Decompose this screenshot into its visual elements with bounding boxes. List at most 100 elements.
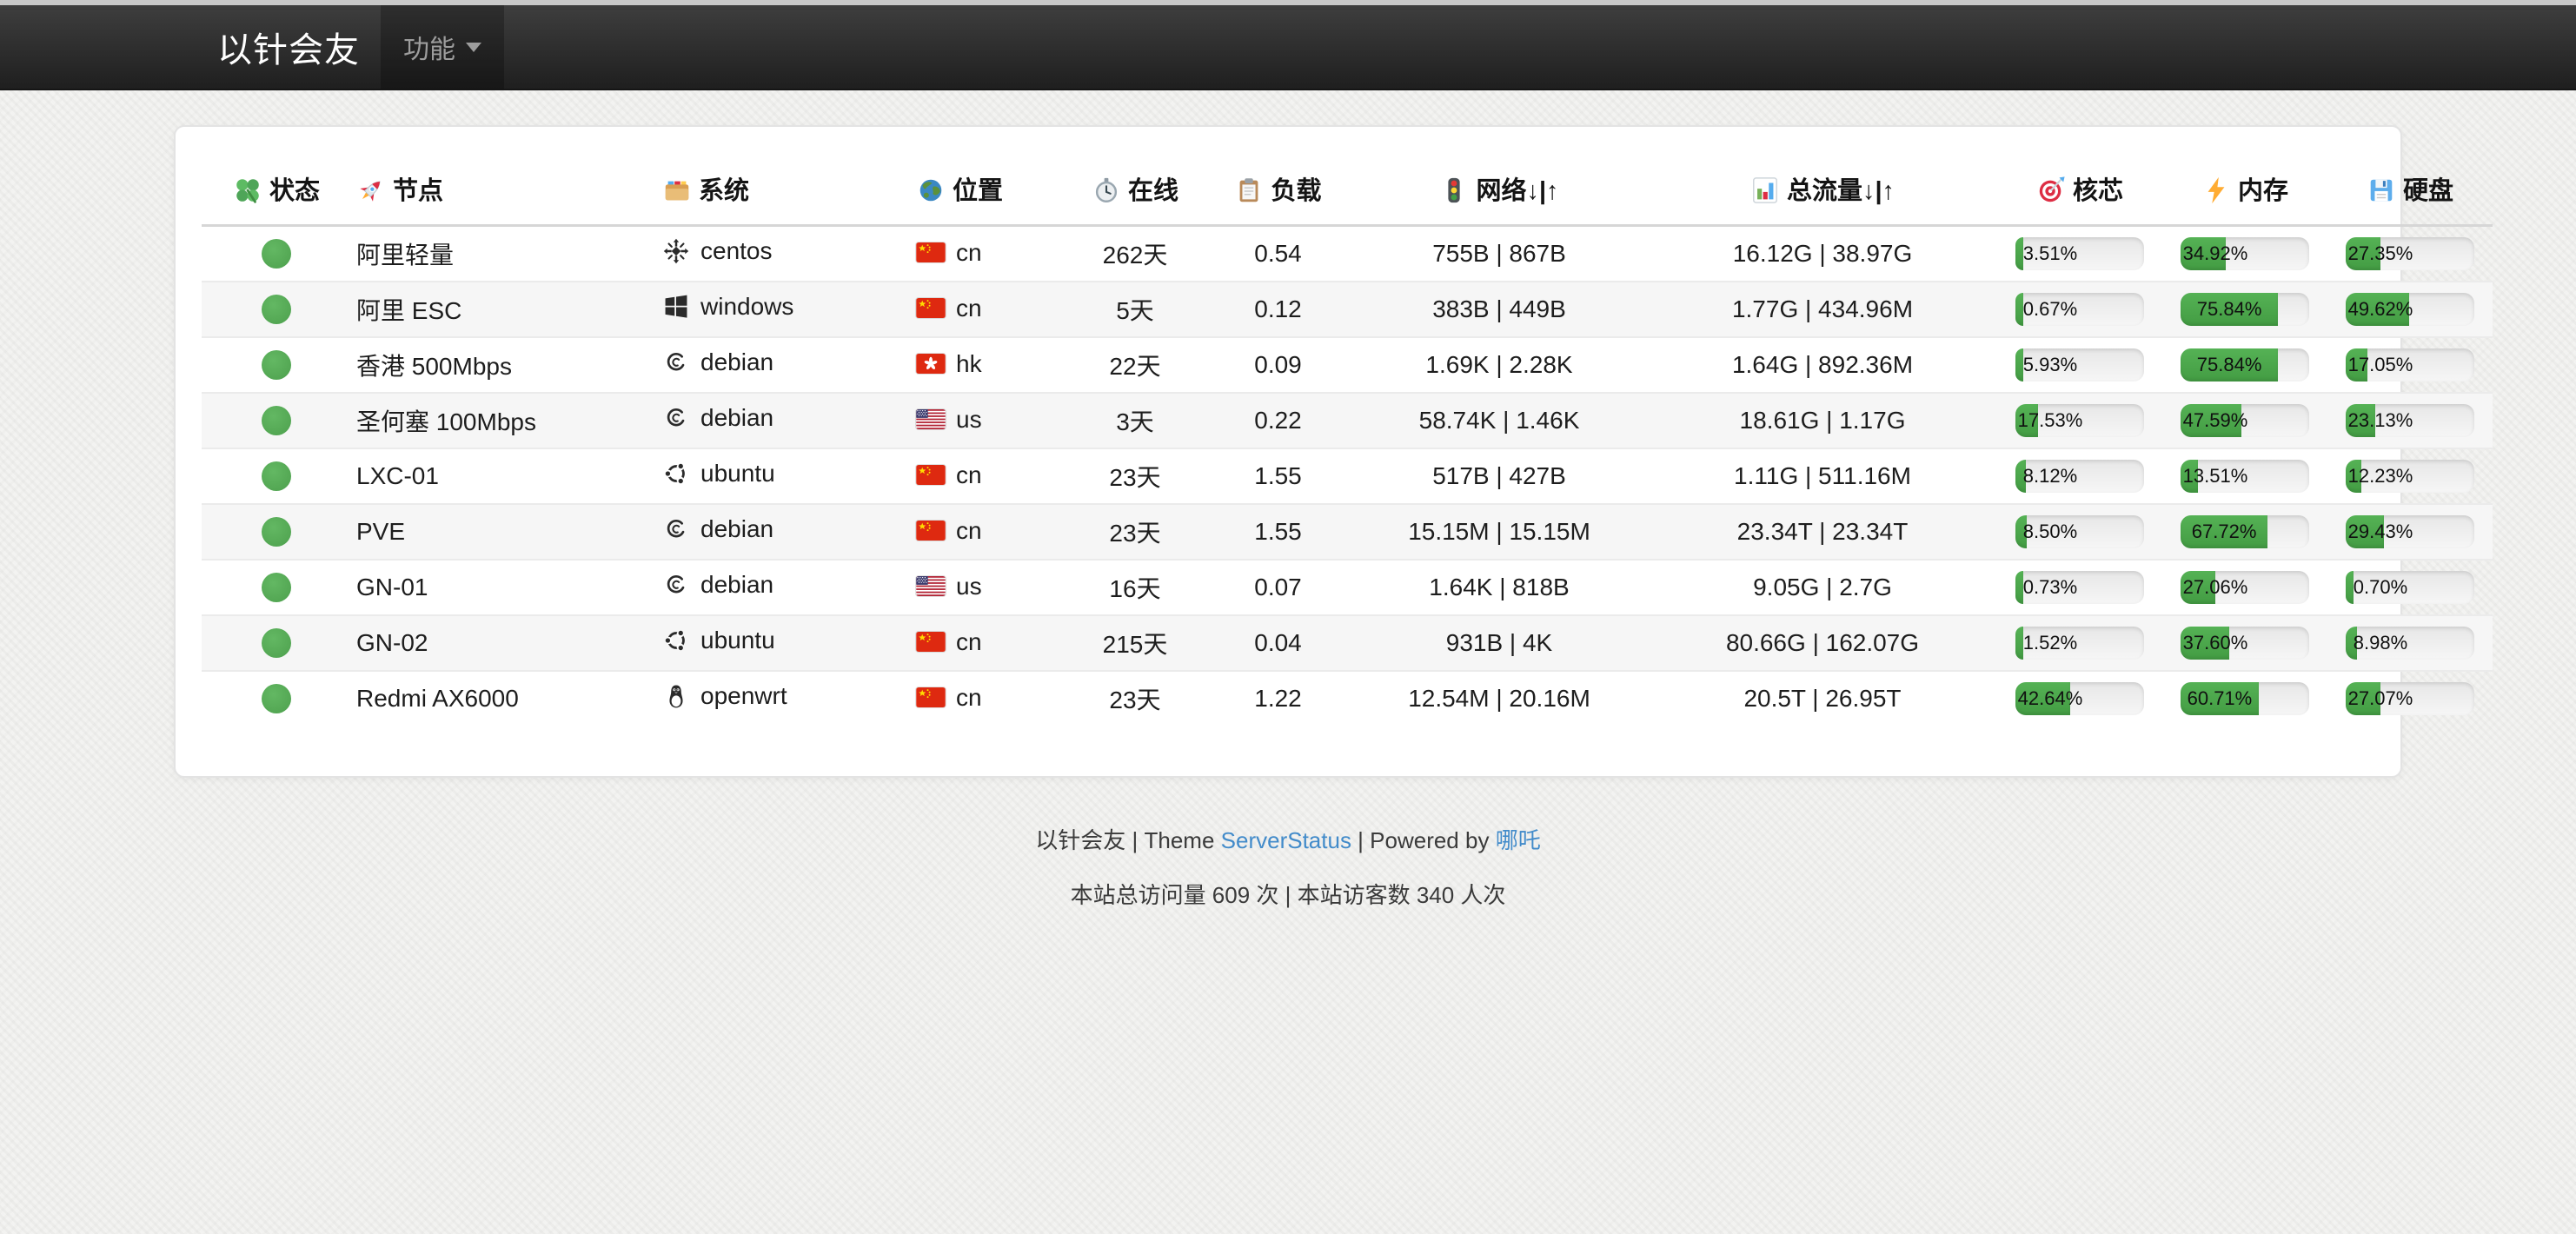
network-cell: 1.69K | 2.28K <box>1351 337 1648 393</box>
os-name: debian <box>700 348 773 376</box>
memory-cell: 47.59% <box>2162 393 2327 448</box>
memory-percent-label: 37.60% <box>2183 627 2248 660</box>
column-header-clover: 状态 <box>202 144 351 226</box>
node-cell: 阿里 ESC <box>351 282 657 337</box>
table-header-row: 状态 节点 系统 位置 在线 负载 网络↓|↑ 总流量↓|↑ 核芯 内存 硬盘 <box>202 144 2493 226</box>
load-value: 0.12 <box>1254 295 1302 322</box>
uptime-cell: 5天 <box>1065 282 1205 337</box>
load-cell: 0.04 <box>1205 615 1351 671</box>
load-value: 1.22 <box>1254 685 1302 712</box>
memory-percent-label: 34.92% <box>2183 237 2248 270</box>
column-header-bar-chart: 总流量↓|↑ <box>1648 144 1997 226</box>
status-cell <box>202 337 351 393</box>
column-header-label: 在线 <box>1128 177 1178 205</box>
os-cell: windows <box>657 282 911 337</box>
server-row[interactable]: 香港 500Mbps debian hk 22天 0.09 1.69K | 2.… <box>202 337 2493 393</box>
disk-cell: 17.05% <box>2327 337 2493 393</box>
status-cell <box>202 393 351 448</box>
location-code: cn <box>956 295 982 322</box>
network-cell: 58.74K | 1.46K <box>1351 393 1648 448</box>
disk-percent-label: 23.13% <box>2348 404 2413 437</box>
cpu-percent-label: 0.73% <box>2023 571 2077 604</box>
total-traffic-value: 20.5T | 26.95T <box>1743 685 1901 712</box>
floppy-icon <box>2367 176 2396 205</box>
network-speed-value: 1.64K | 818B <box>1429 574 1569 600</box>
caret-down-icon <box>466 43 481 52</box>
powered-by-link[interactable]: 哪吒 <box>1496 827 1541 853</box>
total-traffic-value: 9.05G | 2.7G <box>1753 574 1892 600</box>
country-flag-icon <box>916 576 946 596</box>
nav-menu-label: 功能 <box>403 28 455 66</box>
cpu-progress: 8.12% <box>2015 460 2144 493</box>
status-online-dot <box>262 684 291 713</box>
location-cell: us <box>911 393 1065 448</box>
uptime-cell: 23天 <box>1065 504 1205 560</box>
server-row[interactable]: 阿里轻量 centos cn 262天 0.54 755B | 867B 16.… <box>202 226 2493 282</box>
cpu-progress: 17.53% <box>2015 404 2144 437</box>
total-traffic-value: 18.61G | 1.17G <box>1740 407 1906 434</box>
disk-cell: 12.23% <box>2327 448 2493 504</box>
os-icon <box>662 460 690 488</box>
node-name: GN-01 <box>356 574 428 600</box>
globe-icon <box>916 176 946 205</box>
nav-menu-features[interactable]: 功能 <box>381 5 504 89</box>
cpu-cell: 42.64% <box>1997 671 2162 726</box>
server-row[interactable]: 圣何塞 100Mbps debian us 3天 0.22 58.74K | 1… <box>202 393 2493 448</box>
disk-cell: 49.62% <box>2327 282 2493 337</box>
server-row[interactable]: GN-02 ubuntu cn 215天 0.04 931B | 4K 80.6… <box>202 615 2493 671</box>
disk-cell: 23.13% <box>2327 393 2493 448</box>
memory-progress: 27.06% <box>2181 571 2309 604</box>
network-speed-value: 931B | 4K <box>1446 629 1552 656</box>
server-row[interactable]: Redmi AX6000 openwrt cn 23天 1.22 12.54M … <box>202 671 2493 726</box>
country-flag-icon <box>916 632 946 652</box>
status-online-dot <box>262 628 291 658</box>
os-icon <box>662 293 690 321</box>
cpu-cell: 0.67% <box>1997 282 2162 337</box>
navbar: 以针会友 功能 <box>0 5 2576 90</box>
column-header-label: 负载 <box>1271 177 1321 205</box>
os-cell: centos <box>657 226 911 282</box>
card-box-icon <box>662 176 692 205</box>
disk-cell: 27.35% <box>2327 226 2493 282</box>
column-header-dart: 核芯 <box>1997 144 2162 226</box>
disk-cell: 0.70% <box>2327 560 2493 615</box>
os-cell: debian <box>657 560 911 615</box>
server-row[interactable]: GN-01 debian us 16天 0.07 1.64K | 818B 9.… <box>202 560 2493 615</box>
server-row[interactable]: 阿里 ESC windows cn 5天 0.12 383B | 449B 1.… <box>202 282 2493 337</box>
column-header-label: 内存 <box>2238 177 2288 205</box>
memory-percent-label: 60.71% <box>2188 682 2253 715</box>
traffic-cell: 18.61G | 1.17G <box>1648 393 1997 448</box>
node-name: Redmi AX6000 <box>356 685 519 712</box>
disk-progress: 49.62% <box>2346 293 2474 326</box>
server-row[interactable]: PVE debian cn 23天 1.55 15.15M | 15.15M 2… <box>202 504 2493 560</box>
network-cell: 12.54M | 20.16M <box>1351 671 1648 726</box>
disk-cell: 27.07% <box>2327 671 2493 726</box>
status-online-dot <box>262 573 291 602</box>
status-online-dot <box>262 461 291 491</box>
cpu-cell: 8.12% <box>1997 448 2162 504</box>
server-row[interactable]: LXC-01 ubuntu cn 23天 1.55 517B | 427B 1.… <box>202 448 2493 504</box>
load-cell: 0.12 <box>1205 282 1351 337</box>
rocket-icon <box>356 176 386 205</box>
traffic-cell: 1.11G | 511.16M <box>1648 448 1997 504</box>
clipboard-icon <box>1234 176 1264 205</box>
memory-percent-label: 47.59% <box>2183 404 2248 437</box>
theme-link[interactable]: ServerStatus <box>1221 827 1351 853</box>
lightning-icon <box>2201 176 2231 205</box>
load-value: 1.55 <box>1254 462 1302 489</box>
location-code: cn <box>956 517 982 545</box>
location-cell: cn <box>911 504 1065 560</box>
footer-visit-stats: 本站总访问量 609 次 | 本站访客数 340 人次 <box>0 878 2576 910</box>
memory-cell: 13.51% <box>2162 448 2327 504</box>
country-flag-icon <box>916 409 946 429</box>
os-name: ubuntu <box>700 627 775 654</box>
total-traffic-value: 1.11G | 511.16M <box>1734 462 1911 489</box>
location-code: hk <box>956 350 982 378</box>
load-value: 0.22 <box>1254 407 1302 434</box>
country-flag-icon <box>916 687 946 707</box>
network-cell: 755B | 867B <box>1351 226 1648 282</box>
cpu-progress-fill <box>2015 293 2023 326</box>
os-name: debian <box>700 404 773 432</box>
brand-title[interactable]: 以针会友 <box>196 5 381 89</box>
node-cell: 香港 500Mbps <box>351 337 657 393</box>
